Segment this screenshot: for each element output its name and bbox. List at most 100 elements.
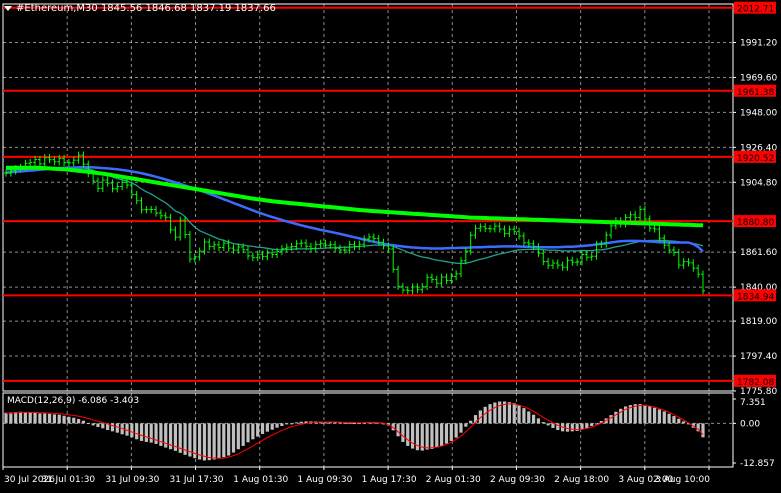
macd-hist-bar	[464, 423, 468, 427]
symbol-header: #Ethereum,M30 1845.56 1846.68 1837.19 18…	[4, 3, 276, 14]
macd-hist-bar	[246, 423, 250, 443]
macd-hist-bar	[652, 407, 657, 424]
macd-hist-bar	[130, 423, 134, 438]
macd-hist-bar	[289, 423, 294, 425]
y-tick-label: 1861.60	[740, 248, 777, 258]
macd-hist-bar	[149, 423, 153, 443]
level-label: 1834.94	[737, 292, 774, 302]
macd-hist-bar	[139, 423, 144, 441]
y-tick-label: 1948.00	[740, 108, 777, 118]
chart-window: 30 Jul 2026 31 Jul 01:30 31 Jul 09:30 31 Ju…	[0, 0, 781, 489]
macd-axis-label: -12.857	[740, 459, 775, 469]
x-tick-label: 2 Aug 18:00	[554, 475, 609, 485]
macd-hist-bar	[47, 413, 52, 424]
macd-hist-bar	[43, 413, 47, 424]
macd-hist-bar	[435, 423, 439, 448]
macd-hist-bar	[430, 423, 434, 449]
x-tick-label: 2 Aug 09:30	[490, 475, 545, 485]
macd-hist-bar	[4, 412, 8, 424]
level-label: 1961.38	[737, 88, 774, 98]
macd-hist-bar	[285, 423, 289, 425]
series-ma-slow-line	[6, 165, 704, 228]
macd-hist-bar	[91, 423, 95, 426]
macd-hist-bar	[72, 417, 76, 424]
macd-hist-bar	[23, 412, 27, 424]
macd-signal-line	[5, 403, 704, 459]
macd-hist-bar	[52, 414, 57, 424]
macd-hist-bar	[227, 423, 231, 456]
main-plot-frame	[2, 3, 734, 392]
macd-hist-bar	[110, 423, 115, 432]
macd-hist-bar	[536, 418, 541, 424]
macd-hist-bar	[667, 413, 671, 424]
level-label: 1782.08	[737, 378, 774, 388]
macd-hist-bar	[396, 423, 400, 437]
macd-hist-bar	[144, 423, 148, 442]
macd-hist-bar	[222, 423, 226, 458]
macd-hist-bar	[202, 423, 207, 461]
macd-hist-bar	[594, 423, 599, 425]
macd-hist-bar	[86, 423, 90, 425]
macd-hist-bar	[101, 423, 105, 429]
macd-hist-bar	[270, 423, 274, 430]
macd-hist-bar	[275, 423, 279, 428]
macd-hist-bar	[352, 423, 357, 425]
macd-hist-bar	[57, 414, 61, 424]
x-tick-label: 31 Jul 01:30	[41, 475, 95, 485]
macd-hist-bar	[677, 418, 681, 424]
macd-hist-bar	[231, 423, 236, 453]
macd-hist-bar	[260, 423, 265, 434]
level-label: 1920.52	[737, 154, 774, 164]
macd-hist-bar	[541, 422, 545, 424]
macd-hist-bar	[469, 420, 473, 424]
macd-hist-bar	[531, 414, 536, 424]
macd-hist-bar	[570, 423, 574, 432]
macd-hist-bar	[493, 402, 497, 424]
macd-hist-bar	[333, 422, 337, 424]
macd-hist-bar	[551, 423, 555, 429]
macd-hist-bar	[135, 423, 139, 440]
dropdown-arrow-icon[interactable]	[4, 5, 12, 11]
macd-axis-label: 7.351	[740, 398, 766, 408]
macd-hist-bar	[585, 423, 589, 429]
level-label: 2012.71	[737, 5, 774, 15]
x-tick-label: 2 Aug 01:30	[426, 475, 481, 485]
macd-hist-bar	[18, 411, 23, 424]
macd-hist-bar	[256, 423, 260, 437]
macd-hist-bar	[638, 404, 642, 424]
macd-hist-bar	[241, 423, 245, 446]
macd-hist-bar	[280, 423, 284, 427]
macd-hist-bar	[401, 423, 405, 442]
macd-hist-bar	[14, 412, 18, 424]
macd-hist-bar	[33, 412, 37, 424]
macd-hist-bar	[672, 416, 676, 424]
x-tick-label: 31 Jul 09:30	[105, 475, 159, 485]
macd-hist-bar	[212, 423, 216, 460]
macd-hist-bar	[81, 420, 86, 424]
macd-hist-bar	[9, 412, 13, 424]
x-tick-label: 3 Aug 10:00	[655, 475, 710, 485]
price-chart[interactable]: 30 Jul 202631 Jul 01:30 31 Jul 09:30 31 Ju…	[0, 0, 781, 489]
macd-hist-bar	[251, 423, 255, 440]
x-tick-label: 1 Aug 01:30	[233, 475, 288, 485]
macd-hist-bar	[265, 423, 269, 432]
macd-hist-bar	[217, 423, 221, 459]
macd-hist-bar	[648, 406, 652, 424]
macd-hist-bar	[96, 423, 100, 428]
y-tick-label: 1991.20	[740, 39, 777, 49]
macd-hist-bar	[454, 423, 458, 438]
macd-hist-bar	[406, 423, 410, 446]
macd-hist-bar	[609, 415, 613, 424]
macd-hist-bar	[590, 423, 594, 427]
x-tick-label: 31 Jul 17:30	[170, 475, 224, 485]
macd-hist-bar	[444, 423, 449, 444]
symbol-ohlc-text: #Ethereum,M30 1845.56 1846.68 1837.19 18…	[16, 3, 276, 14]
macd-hist-bar	[62, 415, 66, 424]
y-tick-label: 1904.80	[740, 178, 777, 188]
y-tick-label: 1775.80	[740, 387, 777, 397]
macd-hist-bar	[643, 404, 647, 424]
macd-hist-bar	[517, 405, 521, 424]
macd-hist-bar	[77, 419, 81, 424]
macd-hist-bar	[662, 411, 666, 424]
x-tick-label: 1 Aug 09:30	[297, 475, 352, 485]
